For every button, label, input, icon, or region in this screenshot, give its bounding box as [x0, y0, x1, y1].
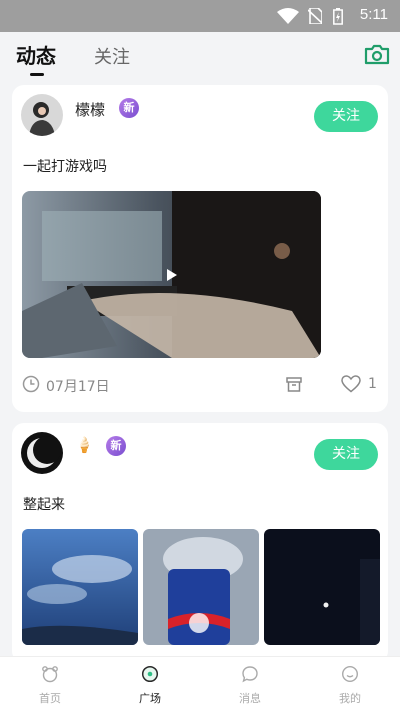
home-icon: [42, 666, 58, 683]
no-sim-icon: [308, 8, 322, 24]
nav-messages[interactable]: 消息: [200, 657, 300, 711]
new-user-badge: 新: [119, 98, 139, 118]
delete-icon[interactable]: [285, 375, 303, 393]
post-video[interactable]: [22, 191, 321, 358]
status-bar: 5:11: [0, 0, 400, 32]
post-image[interactable]: [22, 529, 138, 645]
follow-button[interactable]: 关注: [314, 439, 378, 470]
clock-icon: [22, 375, 40, 393]
username[interactable]: 檬檬: [75, 99, 105, 120]
tab-dynamic[interactable]: 动态: [16, 40, 56, 69]
wifi-icon: [277, 8, 299, 24]
avatar[interactable]: [21, 432, 63, 474]
top-tab-bar: 动态 关注: [0, 32, 400, 78]
post-card[interactable]: 檬檬 新 关注 一起打游戏吗 07月17日 1: [12, 85, 388, 412]
nav-profile[interactable]: 我的: [300, 657, 400, 711]
post-card[interactable]: 🍦 新 关注 整起来: [12, 423, 388, 663]
new-user-badge: 新: [106, 436, 126, 456]
heart-icon[interactable]: [341, 375, 361, 393]
battery-icon: [333, 8, 343, 25]
camera-icon[interactable]: [364, 41, 390, 67]
post-image[interactable]: [264, 529, 380, 645]
post-image[interactable]: [143, 529, 259, 645]
message-icon: [242, 666, 258, 683]
post-text: 整起来: [23, 497, 65, 513]
tab-following[interactable]: 关注: [94, 43, 130, 69]
avatar[interactable]: [21, 94, 63, 136]
status-time: 5:11: [359, 6, 388, 23]
follow-button[interactable]: 关注: [314, 101, 378, 132]
play-icon[interactable]: [166, 268, 178, 282]
nav-home[interactable]: 首页: [0, 657, 100, 711]
nav-label: 首页: [39, 692, 61, 705]
nav-label: 广场: [139, 692, 161, 705]
square-icon: [141, 665, 159, 683]
post-text: 一起打游戏吗: [23, 159, 107, 175]
like-count: 1: [368, 376, 377, 392]
nav-label: 消息: [239, 692, 261, 705]
nav-square[interactable]: 广场: [100, 657, 200, 711]
nav-label: 我的: [339, 692, 361, 705]
bottom-nav: 首页 广场 消息 我的: [0, 656, 400, 711]
username-emoji: 🍦: [75, 436, 94, 454]
post-date: 07月17日: [46, 379, 110, 395]
active-tab-indicator: [30, 73, 44, 76]
profile-icon: [341, 665, 359, 683]
